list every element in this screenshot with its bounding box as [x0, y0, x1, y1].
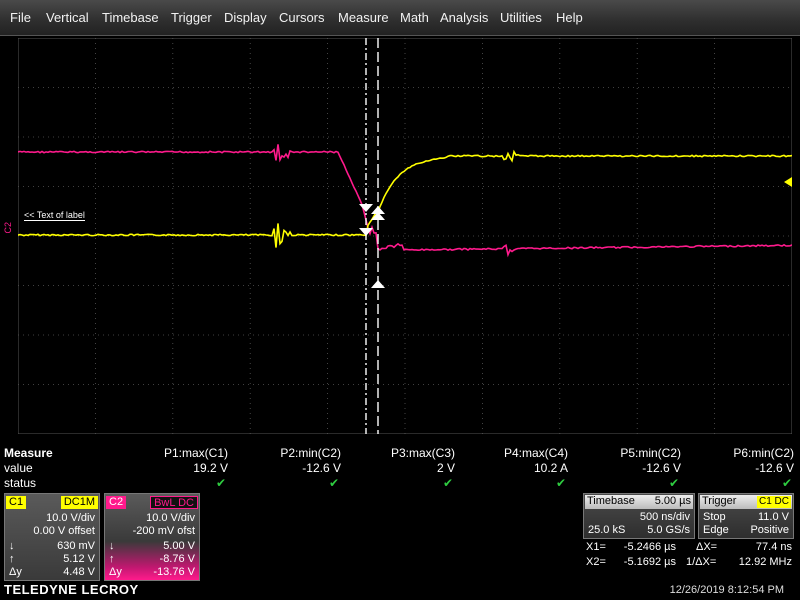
menu-vertical[interactable]: Vertical: [46, 10, 89, 25]
c1-badge: C1: [6, 496, 27, 509]
status-check-icon: ✔: [782, 476, 793, 490]
menu-analysis[interactable]: Analysis: [440, 10, 488, 25]
c2-coupling-badge: BwL DC: [150, 496, 198, 509]
c1-vdiv: 10.0 V/div: [46, 512, 95, 524]
c2-dy-value: -13.76 V: [153, 566, 195, 578]
delta-y-icon: Δy: [9, 566, 22, 578]
measure-title[interactable]: Measure: [4, 446, 53, 460]
c1-dy-value: 4.48 V: [63, 566, 95, 578]
c2-offset: -200 mV ofst: [132, 525, 195, 537]
measure-param-name[interactable]: P4:max(C4): [504, 446, 568, 460]
menu-measure[interactable]: Measure: [338, 10, 389, 25]
c1-down-value: 630 mV: [57, 540, 95, 552]
c2-down-value: 5.00 V: [163, 540, 195, 552]
status-check-icon: ✔: [669, 476, 680, 490]
menu-trigger[interactable]: Trigger: [171, 10, 212, 25]
menu-file[interactable]: File: [10, 10, 31, 25]
inv-dx-value: 12.92 MHz: [738, 556, 792, 568]
measure-param-name[interactable]: P6:min(C2): [733, 446, 794, 460]
c2-up-value: -8.76 V: [159, 553, 195, 565]
x2-value: -5.1692 µs: [623, 556, 676, 568]
status-check-icon: ✔: [216, 476, 227, 490]
delta-y-icon: Δy: [109, 566, 122, 578]
timebase-descriptor[interactable]: Timebase 5.00 µs 500 ns/div 25.0 kS 5.0 G…: [583, 493, 695, 539]
trigger-label: Trigger: [702, 495, 737, 507]
x1-label: X1=: [586, 541, 606, 553]
timebase-samples: 25.0 kS: [588, 524, 626, 536]
measure-param-value: -12.6 V: [642, 461, 681, 475]
waveform-svg: [18, 38, 792, 434]
menu-help[interactable]: Help: [556, 10, 583, 25]
menu-bar: File Vertical Timebase Trigger Display C…: [0, 0, 800, 36]
c2-descriptor[interactable]: C2 BwL DC 10.0 V/div -200 mV ofst ↓ 5.00 …: [104, 493, 200, 581]
left-triangle-icon: [784, 177, 792, 187]
up-arrow-icon: ↑: [109, 553, 115, 565]
menu-utilities[interactable]: Utilities: [500, 10, 542, 25]
timebase-label: Timebase: [587, 495, 635, 507]
measure-param-value: 2 V: [436, 461, 455, 475]
c1-up-value: 5.12 V: [63, 553, 95, 565]
measure-row-value: value: [4, 461, 33, 475]
menu-cursors[interactable]: Cursors: [279, 10, 325, 25]
c2-vdiv: 10.0 V/div: [146, 512, 195, 524]
measure-param-value: -12.6 V: [302, 461, 341, 475]
trigger-level: 11.0 V: [758, 511, 789, 523]
c1-coupling-badge: DC1M: [60, 496, 98, 509]
brand-logo: TELEDYNE LECROY: [4, 582, 139, 597]
measure-param-name[interactable]: P5:min(C2): [620, 446, 681, 460]
measure-param-name[interactable]: P3:max(C3): [391, 446, 455, 460]
dx-label: ΔX=: [696, 541, 718, 553]
up-arrow-icon: ↑: [9, 553, 15, 565]
measure-param-value: 19.2 V: [193, 461, 228, 475]
measure-param-name[interactable]: P1:max(C1): [164, 446, 228, 460]
waveform-grid[interactable]: << Text of label: [18, 38, 792, 434]
x2-label: X2=: [586, 556, 606, 568]
cursor-arrow-5: [371, 206, 385, 214]
inv-dx-label: 1/ΔX=: [686, 556, 717, 568]
c2-side-marker: C2: [3, 222, 13, 234]
measure-row-status: status: [4, 476, 37, 490]
x1-value: -5.2466 µs: [623, 541, 676, 553]
measure-param-value: -12.6 V: [755, 461, 794, 475]
timebase-value: 5.00 µs: [654, 495, 691, 507]
status-check-icon: ✔: [329, 476, 340, 490]
trigger-slope: Positive: [750, 524, 789, 536]
menu-math[interactable]: Math: [400, 10, 429, 25]
menu-timebase[interactable]: Timebase: [102, 10, 159, 25]
cursor-readout: X1= -5.2466 µs ΔX= 77.4 ns X2= -5.1692 µ…: [586, 541, 796, 571]
cursor-arrow-1: [359, 204, 373, 212]
measure-param-value: 10.2 A: [533, 461, 568, 475]
down-arrow-icon: ↓: [9, 540, 15, 552]
down-arrow-icon: ↓: [109, 540, 115, 552]
trigger-badge: C1 DC: [756, 496, 791, 508]
timebase-rate: 5.0 GS/s: [647, 524, 690, 536]
trigger-type: Edge: [703, 524, 729, 536]
c1-descriptor[interactable]: C1 DC1M 10.0 V/div 0.00 V offset ↓ 630 mV…: [4, 493, 100, 581]
dx-value: 77.4 ns: [755, 541, 792, 553]
trigger-descriptor[interactable]: Trigger C1 DC Stop 11.0 V Edge Positive: [698, 493, 794, 539]
measure-param-name[interactable]: P2:min(C2): [280, 446, 341, 460]
footer-datetime: 12/26/2019 8:12:54 PM: [669, 584, 784, 596]
trigger-mode: Stop: [703, 511, 726, 523]
c1-offset: 0.00 V offset: [33, 525, 95, 537]
timebase-div: 500 ns/div: [639, 511, 690, 523]
menu-display[interactable]: Display: [224, 10, 267, 25]
status-check-icon: ✔: [556, 476, 567, 490]
status-check-icon: ✔: [443, 476, 454, 490]
measure-panel: Measure value status P1:max(C1) 19.2 V ✔ P2…: [0, 444, 800, 490]
cursor-arrow-4: [371, 280, 385, 288]
waveform-label[interactable]: << Text of label: [24, 210, 85, 221]
c2-badge: C2: [106, 496, 127, 509]
